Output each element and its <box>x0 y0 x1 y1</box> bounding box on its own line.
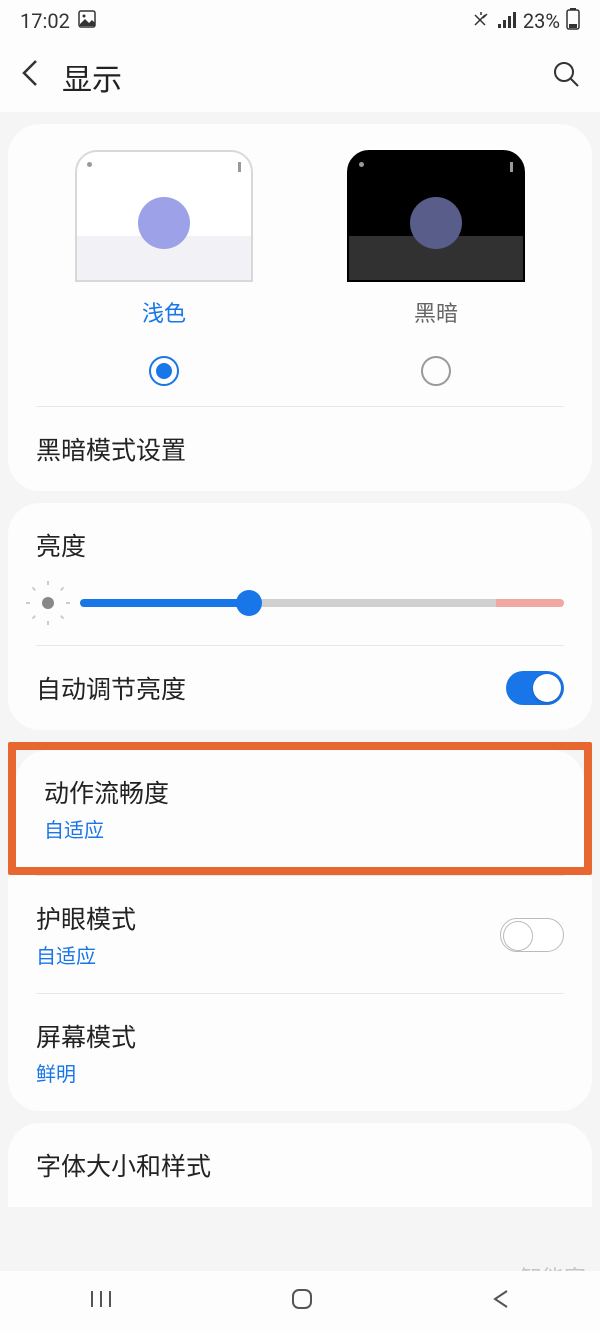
dark-mode-settings-label: 黑暗模式设置 <box>36 431 186 467</box>
auto-brightness-toggle[interactable] <box>506 671 564 705</box>
nav-home-icon[interactable] <box>290 1287 314 1317</box>
page-title: 显示 <box>62 55 530 99</box>
dark-mode-settings-row[interactable]: 黑暗模式设置 <box>8 407 592 491</box>
theme-dark-label: 黑暗 <box>414 296 458 328</box>
brightness-card: 亮度 自动调节亮度 <box>8 503 592 730</box>
nav-recent-icon[interactable] <box>89 1287 113 1317</box>
battery-icon <box>566 8 580 35</box>
gallery-icon <box>78 9 96 33</box>
theme-light-radio[interactable] <box>149 356 179 386</box>
eye-care-row[interactable]: 护眼模式 自适应 <box>8 876 592 993</box>
status-time: 17:02 <box>20 9 70 33</box>
nav-bar <box>0 1271 600 1333</box>
brightness-label: 亮度 <box>36 533 86 562</box>
highlight-box: 动作流畅度 自适应 <box>8 742 592 875</box>
font-title: 字体大小和样式 <box>36 1147 211 1183</box>
font-row[interactable]: 字体大小和样式 <box>8 1123 592 1207</box>
display-options-card: 护眼模式 自适应 屏幕模式 鲜明 <box>8 875 592 1111</box>
back-icon[interactable] <box>20 57 40 97</box>
theme-dark-radio[interactable] <box>421 356 451 386</box>
theme-light-label: 浅色 <box>142 296 186 328</box>
auto-brightness-row[interactable]: 自动调节亮度 <box>8 646 592 730</box>
screen-mode-value: 鲜明 <box>36 1058 136 1087</box>
nav-back-icon[interactable] <box>491 1287 511 1317</box>
font-card: 字体大小和样式 <box>8 1123 592 1207</box>
theme-light-preview <box>75 150 253 282</box>
signal-icon <box>497 9 517 33</box>
brightness-sun-icon <box>36 591 60 615</box>
auto-brightness-label: 自动调节亮度 <box>36 670 186 706</box>
motion-value: 自适应 <box>44 814 169 843</box>
search-icon[interactable] <box>552 60 580 95</box>
theme-dark-option[interactable]: 黑暗 <box>300 150 572 386</box>
theme-dark-preview <box>347 150 525 282</box>
screen-mode-title: 屏幕模式 <box>36 1018 136 1054</box>
brightness-slider[interactable] <box>80 599 564 607</box>
eye-care-title: 护眼模式 <box>36 900 136 936</box>
battery-percent: 23% <box>523 9 560 33</box>
status-bar: 17:02 23% <box>0 0 600 42</box>
vibrate-icon <box>471 9 491 34</box>
motion-title: 动作流畅度 <box>44 774 169 810</box>
motion-smoothness-row[interactable]: 动作流畅度 自适应 <box>16 750 584 867</box>
eye-care-value: 自适应 <box>36 940 136 969</box>
eye-care-toggle[interactable] <box>500 918 564 952</box>
theme-card: 浅色 黑暗 黑暗模式设置 <box>8 124 592 491</box>
theme-light-option[interactable]: 浅色 <box>28 150 300 386</box>
screen-mode-row[interactable]: 屏幕模式 鲜明 <box>8 994 592 1111</box>
header: 显示 <box>0 42 600 112</box>
